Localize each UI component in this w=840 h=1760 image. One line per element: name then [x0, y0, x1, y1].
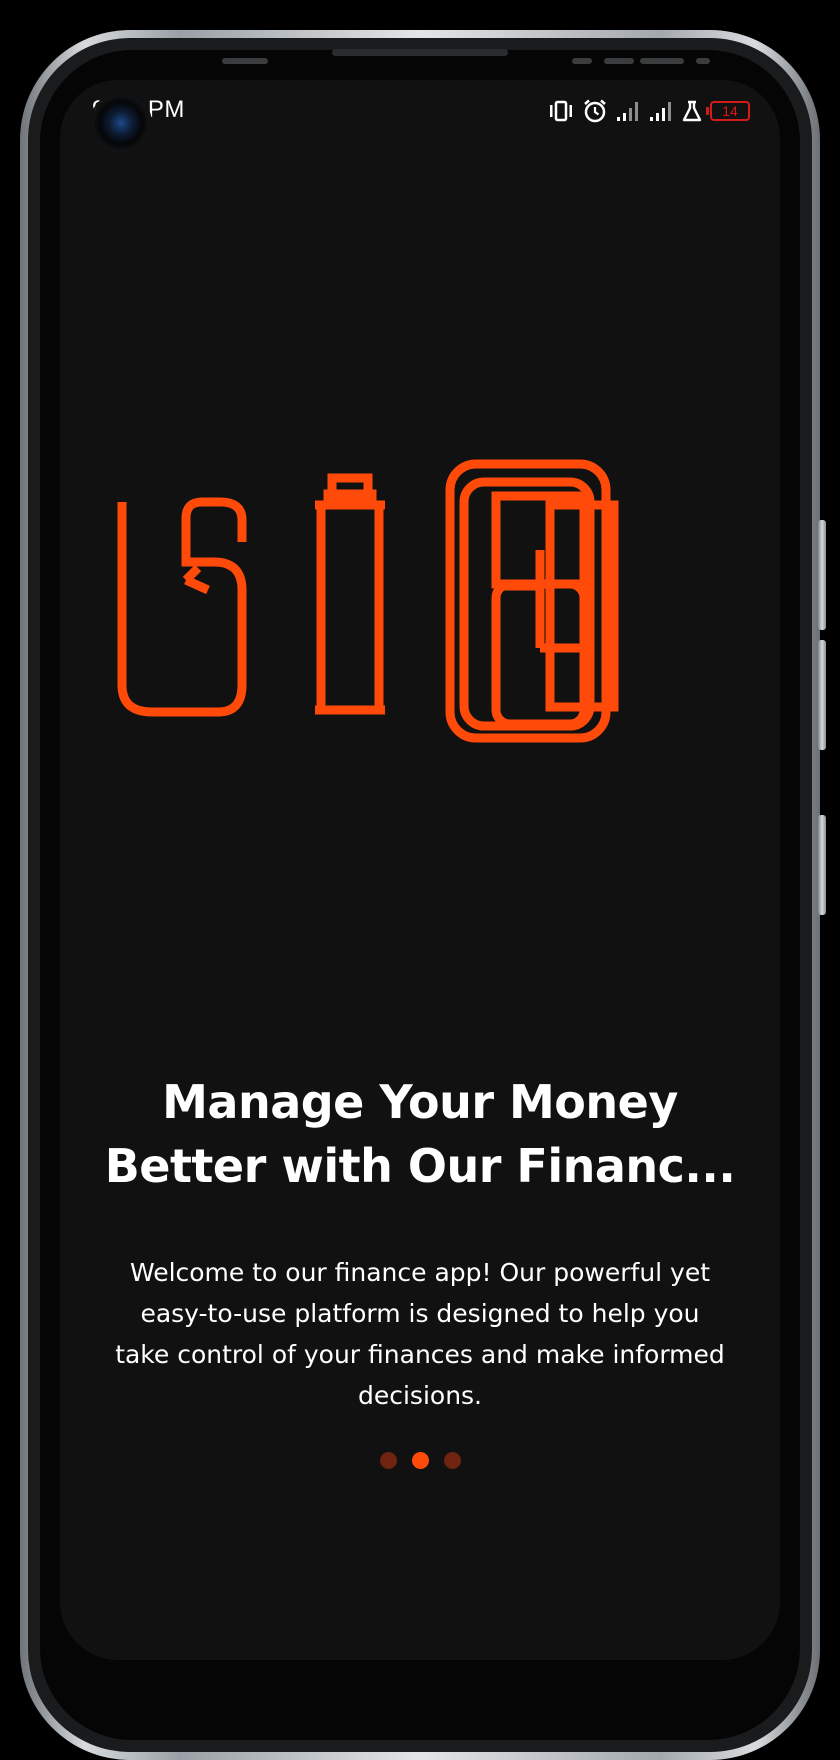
vibrate-icon [547, 99, 575, 123]
app-screen: 9:41 PM [60, 80, 780, 1660]
light-sensor [640, 58, 684, 64]
page-dot[interactable] [443, 1452, 461, 1469]
description-line: decisions. [357, 1381, 483, 1410]
lab-flask-icon [681, 99, 703, 123]
brand-logo-icon [117, 459, 619, 743]
power-button [818, 815, 826, 915]
light-sensor [604, 58, 634, 64]
signal-icon [615, 99, 641, 123]
onboarding-headline: Manage Your Money Better with Our Financ… [100, 1070, 740, 1198]
onboarding-description: Welcome to our finance app! Our powerful… [90, 1252, 750, 1416]
status-icons: 14 [547, 98, 750, 124]
alarm-icon [582, 98, 608, 124]
headline-line: Manage Your Money [162, 1075, 678, 1129]
description-line: Welcome to our finance app! Our powerful… [129, 1258, 711, 1287]
earpiece-speaker [332, 49, 508, 56]
light-sensor [696, 58, 710, 64]
light-sensor [572, 58, 592, 64]
page-dot-active[interactable] [411, 1452, 429, 1469]
battery-icon: 14 [706, 101, 750, 121]
battery-tip [706, 107, 709, 115]
volume-down-button [818, 640, 826, 750]
proximity-sensor [222, 58, 268, 64]
headline-line: Better with Our Financ... [104, 1139, 736, 1193]
description-line: take control of your finances and make i… [115, 1340, 725, 1369]
page-indicator [60, 1452, 780, 1469]
front-camera [92, 94, 150, 152]
volume-up-button [818, 520, 826, 630]
signal-icon [648, 99, 674, 123]
page-dot[interactable] [379, 1452, 397, 1469]
description-line: easy-to-use platform is designed to help… [140, 1299, 700, 1328]
status-bar: 9:41 PM [60, 80, 780, 152]
